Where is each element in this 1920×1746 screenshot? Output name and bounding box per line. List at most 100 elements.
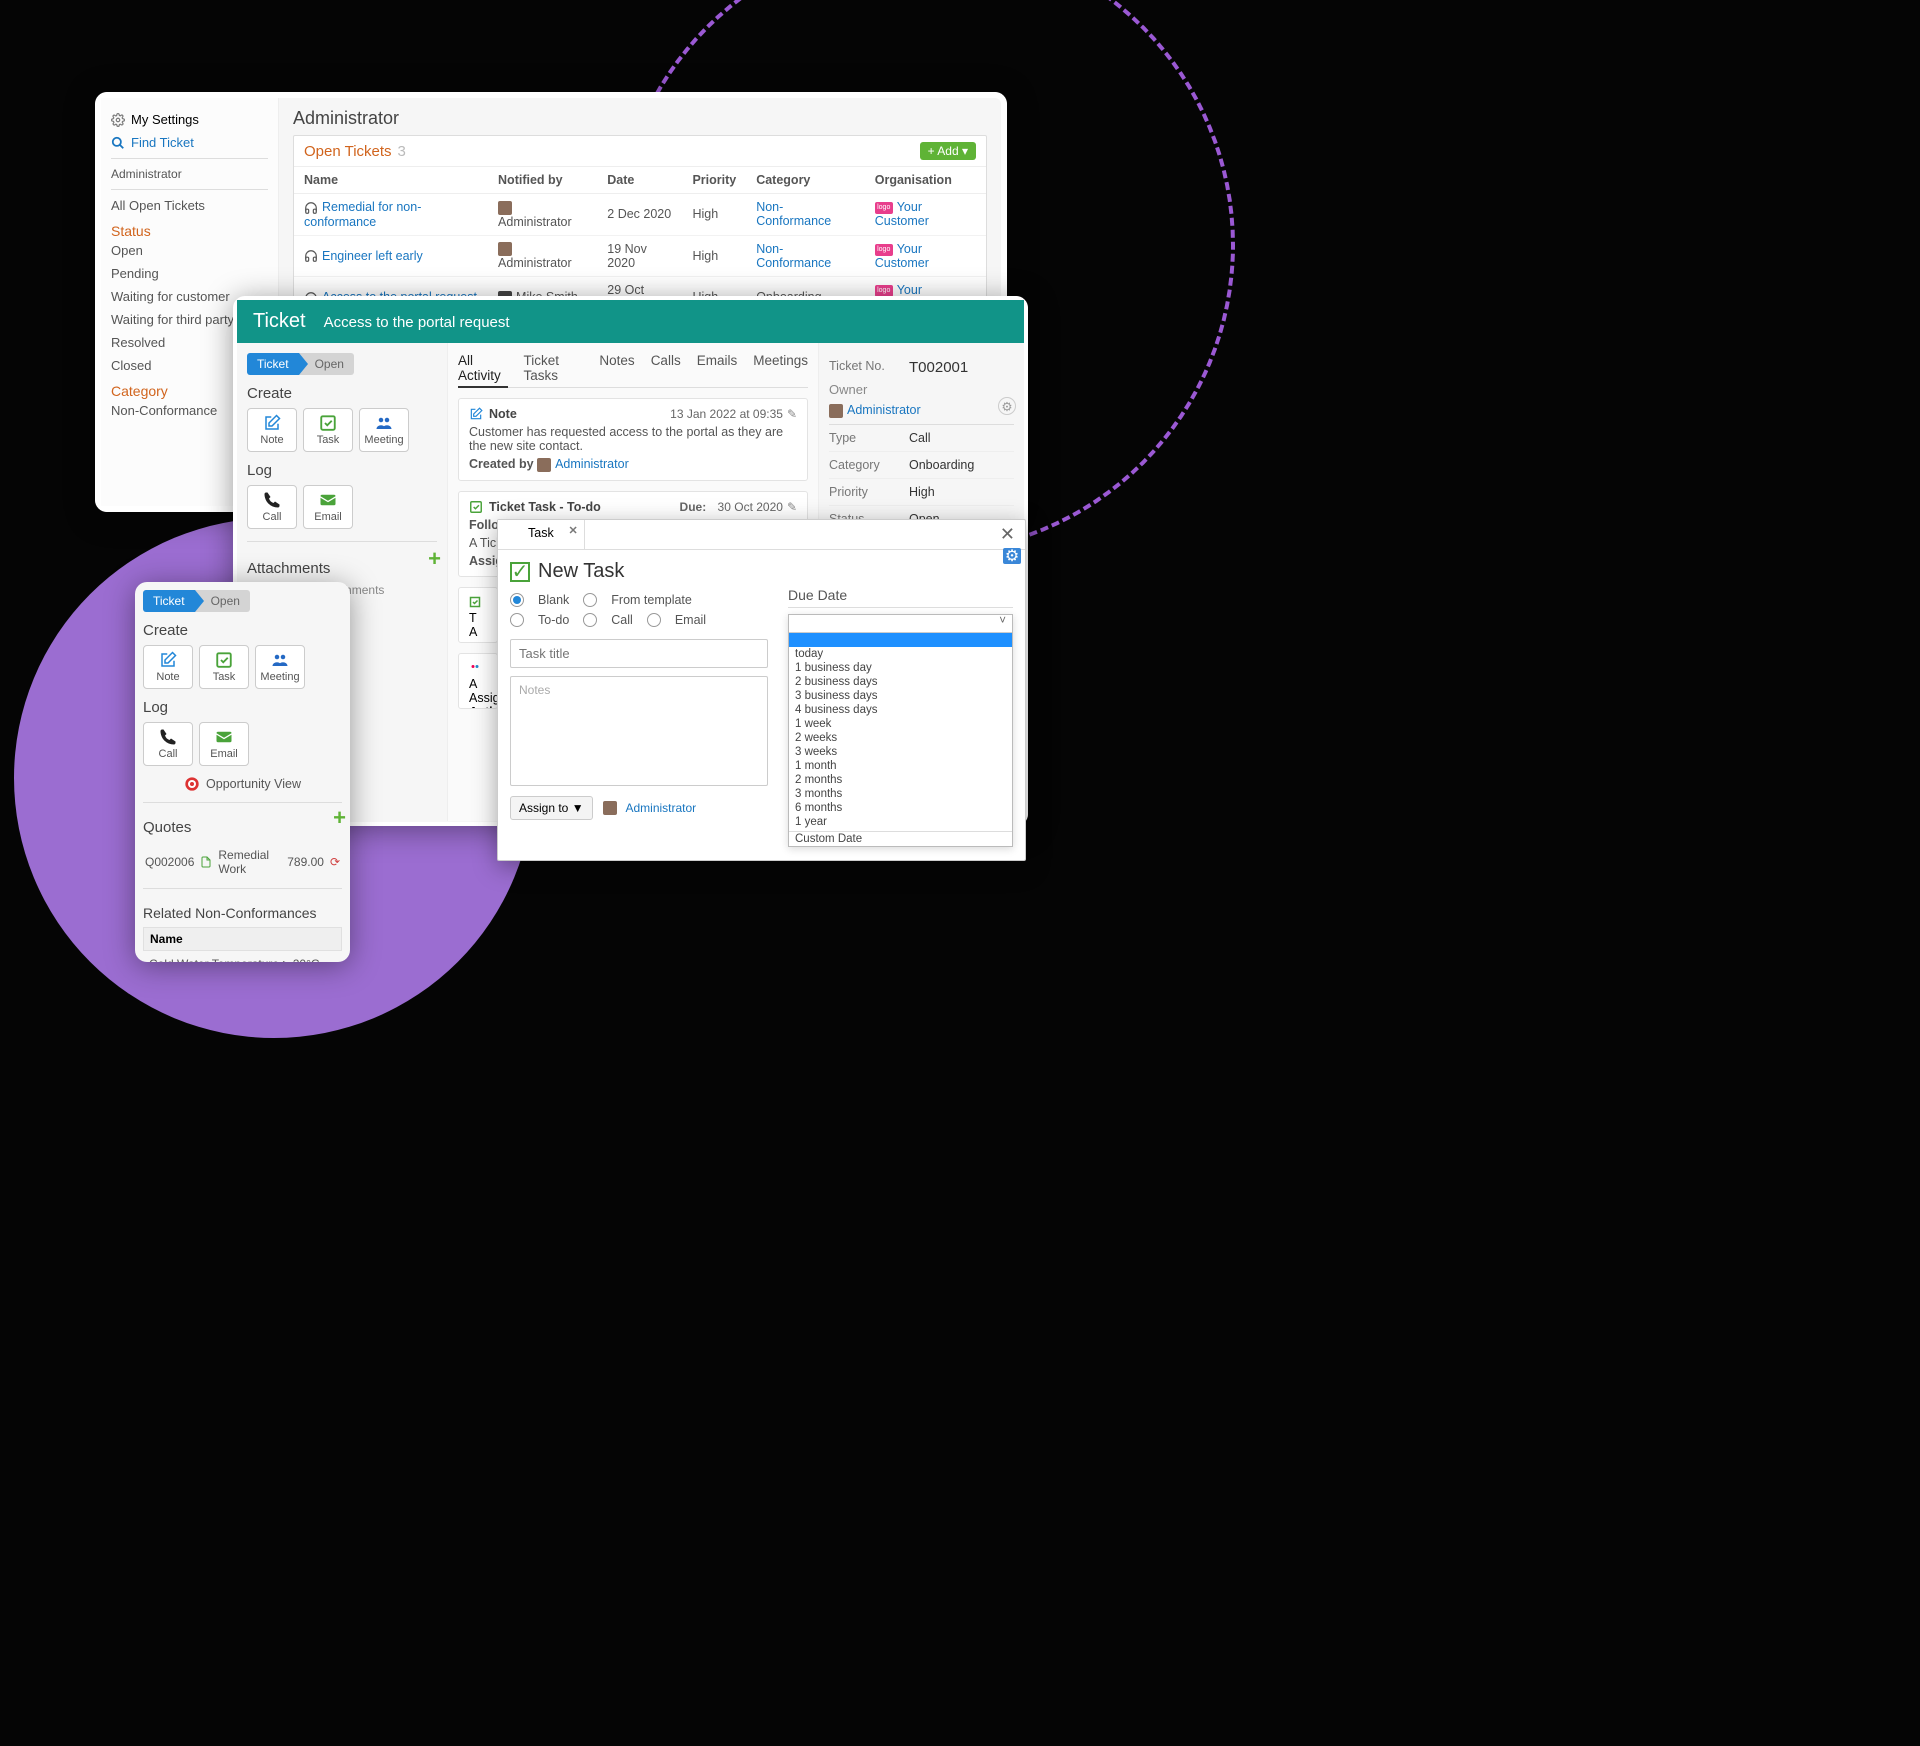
related-section: Related Non-Conformances Name Cold Water… xyxy=(143,888,342,962)
status-pending[interactable]: Pending xyxy=(111,262,268,285)
dropdown-option[interactable]: 2 business days xyxy=(789,675,1012,689)
tab-all-activity[interactable]: All Activity xyxy=(458,353,508,388)
table-row[interactable]: Remedial for non-conformance Administrat… xyxy=(294,194,986,236)
dropdown-selected[interactable]: ˅ xyxy=(789,615,1012,633)
radio-email[interactable] xyxy=(647,613,661,627)
ticket-header-bar: Ticket Access to the portal request xyxy=(237,300,1024,343)
open-tickets-panel: Open Tickets 3 + Add ▾ Name Notified by … xyxy=(293,135,987,319)
col-notified-by[interactable]: Notified by xyxy=(488,167,597,194)
gear-icon[interactable]: ⚙ xyxy=(1003,548,1021,564)
dialog-close-button[interactable]: ✕ xyxy=(990,520,1025,549)
breadcrumb[interactable]: Ticket Open xyxy=(143,590,250,612)
tab-emails[interactable]: Emails xyxy=(697,353,738,383)
dropdown-option[interactable]: 2 weeks xyxy=(789,731,1012,745)
dialog-title: New Task xyxy=(538,560,624,583)
tab-notes[interactable]: Notes xyxy=(599,353,634,383)
add-attachment-button[interactable]: + xyxy=(428,546,441,572)
status-open[interactable]: Open xyxy=(111,239,268,262)
my-settings-link[interactable]: My Settings xyxy=(111,108,268,131)
dropdown-highlight[interactable] xyxy=(789,633,1012,647)
add-quote-button[interactable]: + xyxy=(333,805,346,831)
related-row[interactable]: Cold Water Temperature > 20°C xyxy=(143,951,342,962)
task-title-input[interactable] xyxy=(510,639,768,668)
ticket-bar-title: Access to the portal request xyxy=(324,314,510,331)
radio-call[interactable] xyxy=(583,613,597,627)
dropdown-option[interactable]: 3 months xyxy=(789,787,1012,801)
col-priority[interactable]: Priority xyxy=(682,167,746,194)
headset-icon xyxy=(304,249,318,263)
created-by[interactable]: Administrator xyxy=(555,457,629,471)
meeting-label: Meeting xyxy=(364,434,403,446)
pencil-icon[interactable]: ✎ xyxy=(787,407,797,421)
sidebar-admin[interactable]: Administrator xyxy=(111,163,268,185)
close-tab-icon[interactable]: ✕ xyxy=(568,524,577,537)
opportunity-view-label: Opportunity View xyxy=(206,777,301,791)
tab-calls[interactable]: Calls xyxy=(651,353,681,383)
dropdown-option[interactable]: 3 business days xyxy=(789,689,1012,703)
partial-card-1: T A new Actio xyxy=(458,587,498,643)
col-organisation[interactable]: Organisation xyxy=(865,167,986,194)
meeting-button[interactable]: Meeting xyxy=(359,408,409,452)
add-button[interactable]: + Add ▾ xyxy=(920,142,976,160)
note-button[interactable]: Note xyxy=(247,408,297,452)
radio-blank[interactable] xyxy=(510,593,524,607)
dropdown-option[interactable]: 1 month xyxy=(789,759,1012,773)
call-button[interactable]: Call xyxy=(247,485,297,529)
cell-category[interactable]: Non-Conformance xyxy=(756,242,831,270)
notes-textarea[interactable]: Notes xyxy=(510,676,768,786)
dropdown-option-custom[interactable]: Custom Date xyxy=(789,832,1012,846)
meeting-button[interactable]: Meeting xyxy=(255,645,305,689)
col-date[interactable]: Date xyxy=(597,167,682,194)
note-button[interactable]: Note xyxy=(143,645,193,689)
col-category[interactable]: Category xyxy=(746,167,865,194)
dropdown-option[interactable]: today xyxy=(789,647,1012,661)
note-card[interactable]: Note 13 Jan 2022 at 09:35 ✎ Customer has… xyxy=(458,398,808,481)
tab-ticket-tasks[interactable]: Ticket Tasks xyxy=(524,353,584,383)
new-task-dialog: Task✕ ✕ ⚙ ✓ New Task Blank From template… xyxy=(497,519,1026,861)
task-button[interactable]: Task xyxy=(199,645,249,689)
radio-template[interactable] xyxy=(583,593,597,607)
ticket-name: Remedial for non-conformance xyxy=(304,200,421,229)
call-button[interactable]: Call xyxy=(143,722,193,766)
dropdown-option[interactable]: 1 week xyxy=(789,717,1012,731)
call-label: Call xyxy=(159,748,178,760)
pencil-icon[interactable]: ✎ xyxy=(787,500,797,514)
radio-todo[interactable] xyxy=(510,613,524,627)
task-button[interactable]: Task xyxy=(303,408,353,452)
avatar-icon xyxy=(498,201,512,215)
partial-text: Actio xyxy=(469,705,498,709)
breadcrumb[interactable]: Ticket Open xyxy=(247,353,354,375)
assign-to-button[interactable]: Assign to ▼ xyxy=(510,796,593,820)
phone-icon xyxy=(263,491,281,509)
email-button[interactable]: Email xyxy=(199,722,249,766)
due-date-dropdown[interactable]: ˅ today 1 business day 2 business days 3… xyxy=(788,614,1013,847)
partial-text: A xyxy=(469,677,477,691)
quote-amount: 789.00 xyxy=(287,855,324,869)
meeting-icon xyxy=(375,414,393,432)
people-icon xyxy=(469,662,481,674)
tab-meetings[interactable]: Meetings xyxy=(753,353,808,383)
dropdown-option[interactable]: 2 months xyxy=(789,773,1012,787)
quote-row[interactable]: Q002006 Remedial Work 789.00 ⟳ xyxy=(143,842,342,882)
page-title: Administrator xyxy=(293,108,987,129)
dropdown-option[interactable]: 1 year xyxy=(789,815,1012,829)
dropdown-option[interactable]: 6 months xyxy=(789,801,1012,815)
radio-todo-label: To-do xyxy=(538,613,569,627)
email-button[interactable]: Email xyxy=(303,485,353,529)
related-col-name: Name xyxy=(143,927,342,951)
refresh-icon[interactable]: ⟳ xyxy=(330,855,340,869)
related-title: Related Non-Conformances xyxy=(143,905,342,921)
assignee-name[interactable]: Administrator xyxy=(625,801,696,815)
gear-icon[interactable]: ⚙ xyxy=(998,397,1016,415)
find-ticket-link[interactable]: Find Ticket xyxy=(111,131,268,154)
sidebar-all-open[interactable]: All Open Tickets xyxy=(111,194,268,217)
dialog-tab-task[interactable]: Task✕ xyxy=(498,520,585,549)
table-row[interactable]: Engineer left early Administrator 19 Nov… xyxy=(294,235,986,277)
cell-category[interactable]: Non-Conformance xyxy=(756,200,831,228)
dropdown-option[interactable]: 3 weeks xyxy=(789,745,1012,759)
dropdown-option[interactable]: 1 business day xyxy=(789,661,1012,675)
col-name[interactable]: Name xyxy=(294,167,488,194)
dropdown-option[interactable]: 4 business days xyxy=(789,703,1012,717)
opportunity-view-link[interactable]: Opportunity View xyxy=(143,776,342,792)
owner-name[interactable]: Administrator xyxy=(847,403,921,417)
